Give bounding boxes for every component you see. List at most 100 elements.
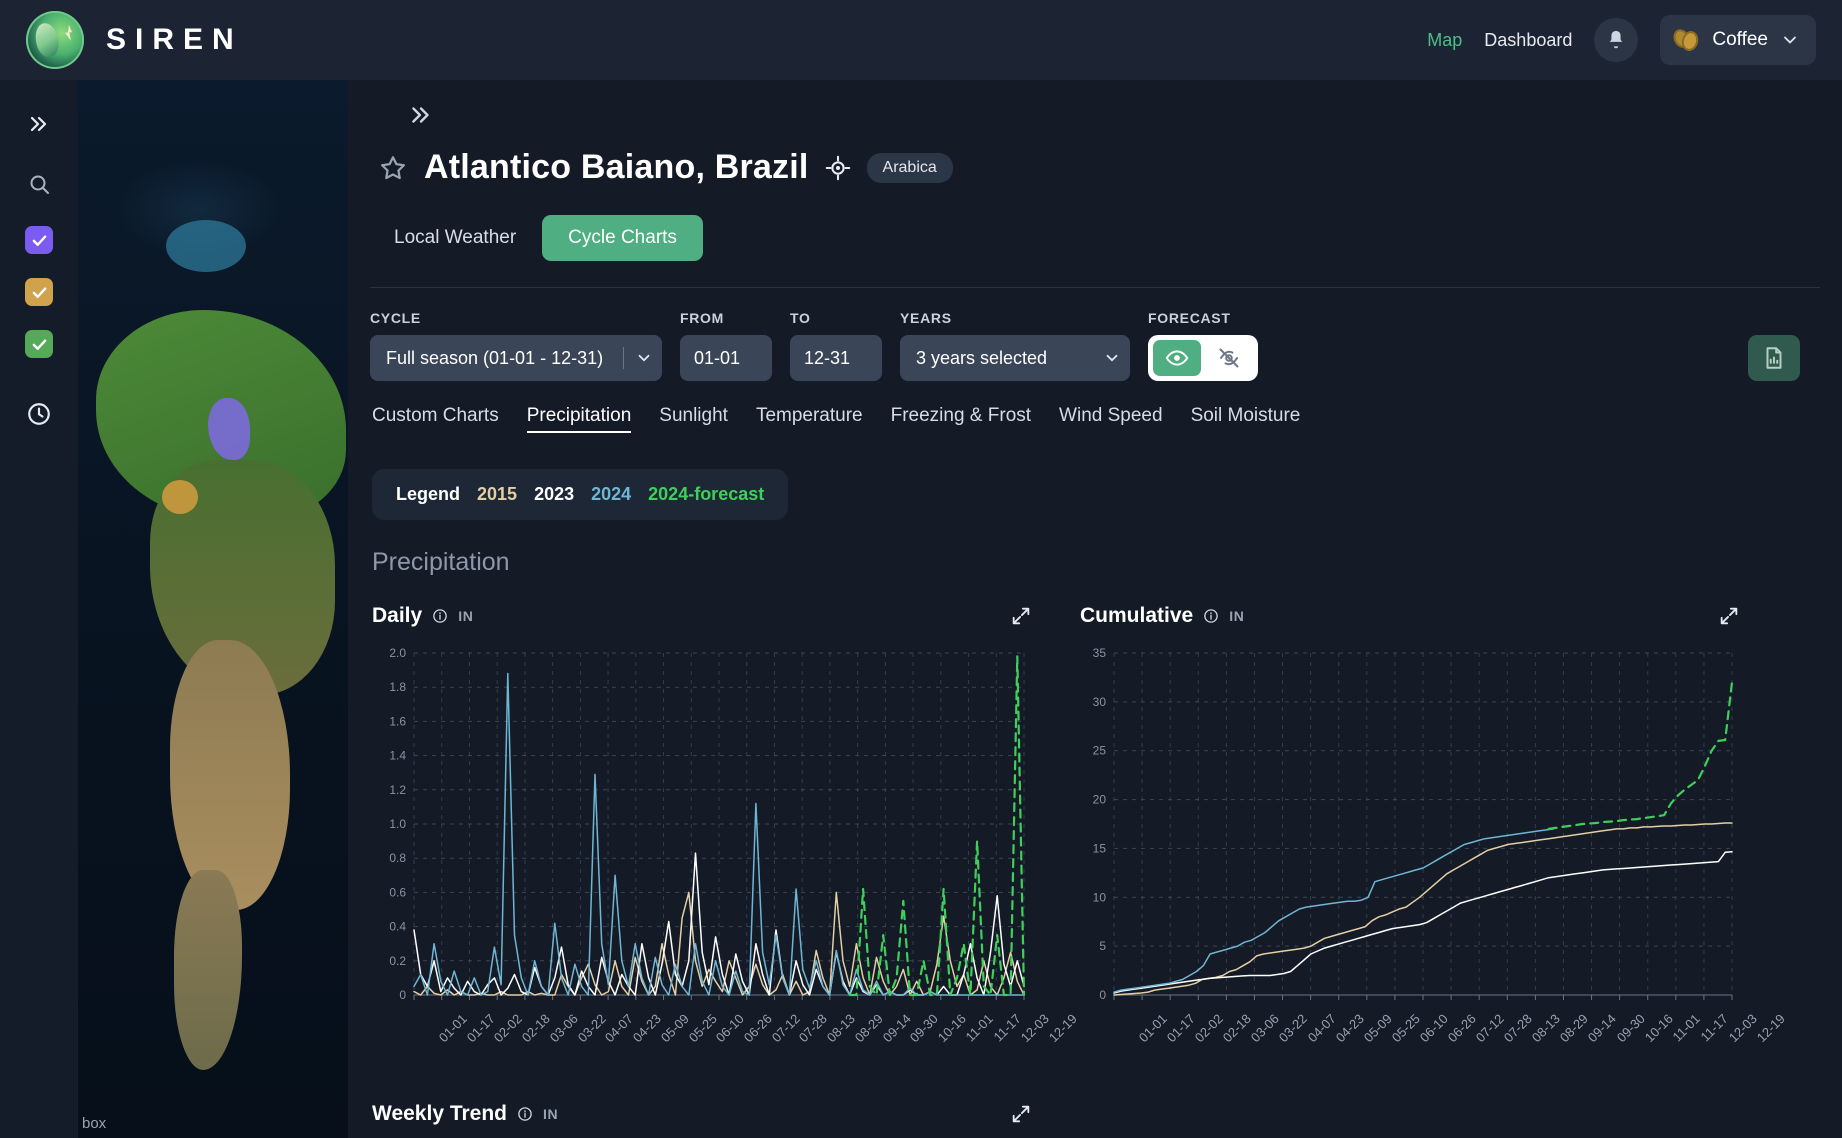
eye-off-icon (1219, 348, 1239, 368)
crop-selector[interactable]: Coffee (1660, 15, 1816, 65)
nav-link-map[interactable]: Map (1427, 30, 1462, 51)
x-tick-label: 07-12 (1472, 1011, 1507, 1046)
chart-card-daily: Daily IN 0 0.2 0.4 0.6 0.8 1.0 1.2 1.4 1.6 1.8 2.0… (372, 599, 1080, 1063)
chart-document-icon (1766, 347, 1782, 369)
to-control: TO 12-31 (790, 310, 882, 381)
layer-checkbox-amber[interactable] (25, 278, 53, 306)
nav-link-dashboard[interactable]: Dashboard (1484, 30, 1572, 51)
x-tick-label: 06-26 (1444, 1011, 1479, 1046)
chart-header-cumulative: Cumulative IN (1080, 599, 1740, 633)
notifications-button[interactable] (1594, 18, 1639, 62)
x-tick-label: 12-19 (1045, 1011, 1080, 1046)
info-icon[interactable] (1203, 608, 1219, 624)
x-tick-label: 02-18 (518, 1011, 554, 1046)
forecast-show-button[interactable] (1153, 340, 1201, 376)
chart-plot-daily[interactable]: 0 0.2 0.4 0.6 0.8 1.0 1.2 1.4 1.6 1.8 2.0 (372, 647, 1032, 1007)
export-report-button[interactable] (1748, 335, 1800, 381)
expand-icon[interactable] (1718, 605, 1740, 627)
svg-text:25: 25 (1093, 744, 1107, 758)
subtab-soil-moisture[interactable]: Soil Moisture (1191, 405, 1301, 433)
map-water-feature (166, 220, 246, 272)
chart-unit-cumulative: IN (1229, 608, 1245, 624)
svg-text:0: 0 (399, 988, 406, 1002)
legend-item-2024-forecast[interactable]: 2024-forecast (648, 484, 764, 505)
svg-text:1.4: 1.4 (389, 749, 406, 763)
x-tick-label: 01-17 (1163, 1011, 1198, 1046)
legend-item-2023[interactable]: 2023 (534, 484, 574, 505)
subtab-temperature[interactable]: Temperature (756, 405, 863, 433)
header-divider (370, 287, 1820, 288)
years-label: YEARS (900, 310, 952, 326)
top-nav: Map Dashboard Coffee (1427, 15, 1842, 65)
x-tick-label: 03-22 (574, 1011, 609, 1046)
from-input[interactable]: 01-01 (680, 335, 772, 381)
x-tick-label: 04-07 (602, 1011, 637, 1046)
brand[interactable]: SIREN (0, 11, 243, 69)
x-tick-label: 09-30 (1613, 1011, 1648, 1046)
x-tick-label: 01-17 (463, 1011, 498, 1046)
x-tick-label: 08-29 (1557, 1011, 1592, 1046)
years-select-value: 3 years selected (916, 347, 1048, 368)
rail-search-button[interactable] (21, 166, 57, 202)
map-panel[interactable]: box (78, 80, 348, 1138)
forecast-hide-button[interactable] (1205, 340, 1253, 376)
svg-text:0.8: 0.8 (389, 851, 406, 865)
panel-collapse-button[interactable] (408, 102, 438, 134)
svg-text:1.6: 1.6 (389, 714, 406, 728)
svg-text:1.0: 1.0 (389, 817, 406, 831)
subtab-precipitation[interactable]: Precipitation (526, 405, 632, 433)
x-tick-label: 06-10 (713, 1011, 748, 1046)
subtab-freezing-frost[interactable]: Freezing & Frost (891, 405, 1031, 433)
info-icon[interactable] (517, 1106, 533, 1122)
chart-card-weekly: Weekly Trend IN 0.8 (372, 1097, 1032, 1138)
subtab-sunlight[interactable]: Sunlight (659, 405, 728, 433)
legend-item-2024[interactable]: 2024 (591, 484, 631, 505)
subtab-custom-charts[interactable]: Custom Charts (372, 405, 499, 433)
siren-logo-icon (26, 11, 84, 69)
cycle-select[interactable]: Full season (01-01 - 12-31) (370, 335, 662, 381)
page-title: Atlantico Baiano, Brazil (424, 148, 809, 186)
x-tick-label: 05-25 (685, 1011, 720, 1046)
legend-title: Legend (396, 484, 461, 504)
star-icon[interactable] (378, 153, 408, 183)
layer-checkbox-purple[interactable] (25, 226, 53, 254)
to-input[interactable]: 12-31 (790, 335, 882, 381)
crop-selector-label: Coffee (1712, 29, 1768, 50)
x-tick-label: 04-07 (1304, 1011, 1339, 1046)
x-tick-label: 12-03 (1725, 1011, 1760, 1046)
map-region-amber (162, 480, 198, 514)
svg-text:0.4: 0.4 (389, 920, 406, 934)
x-tick-label: 02-18 (1220, 1011, 1255, 1046)
x-tick-label: 09-14 (879, 1011, 914, 1046)
rail-history-button[interactable] (21, 396, 57, 432)
clock-icon (28, 403, 50, 425)
crosshair-icon[interactable] (825, 155, 851, 181)
x-tick-label: 02-02 (1191, 1011, 1227, 1046)
x-tick-label: 02-02 (491, 1011, 526, 1046)
x-tick-label: 08-13 (823, 1011, 859, 1046)
chart-card-cumulative: Cumulative IN 0 5 10 15 20 25 30 35 01-01 01-17 0… (1080, 599, 1788, 1063)
main-panel: Atlantico Baiano, Brazil Arabica Local W… (348, 80, 1842, 1138)
legend-item-2015[interactable]: 2015 (477, 484, 517, 505)
x-tick-label: 03-22 (1276, 1011, 1311, 1046)
chart-title-daily: Daily (372, 604, 423, 627)
subtab-wind-speed[interactable]: Wind Speed (1059, 405, 1163, 433)
chart-legend: Legend 2015 2023 2024 2024-forecast (372, 469, 789, 520)
x-tick-label: 12-19 (1753, 1011, 1788, 1046)
eye-icon (1165, 350, 1189, 366)
layer-checkbox-green[interactable] (25, 330, 53, 358)
x-tick-label: 04-23 (1332, 1011, 1367, 1046)
tab-cycle-charts[interactable]: Cycle Charts (542, 215, 703, 261)
years-select[interactable]: 3 years selected (900, 335, 1130, 381)
top-bar: SIREN Map Dashboard Coffee (0, 0, 1842, 80)
x-tick-label: 05-09 (1360, 1011, 1395, 1046)
expand-icon[interactable] (1010, 1103, 1032, 1125)
info-icon[interactable] (432, 608, 448, 624)
tab-local-weather[interactable]: Local Weather (368, 215, 542, 261)
forecast-control: FORECAST (1148, 310, 1258, 381)
chart-plot-cumulative[interactable]: 0 5 10 15 20 25 30 35 (1080, 647, 1740, 1007)
x-tick-label: 01-01 (435, 1011, 470, 1046)
rail-expand-button[interactable] (21, 106, 57, 142)
x-tick-label: 01-01 (1135, 1011, 1170, 1046)
expand-icon[interactable] (1010, 605, 1032, 627)
